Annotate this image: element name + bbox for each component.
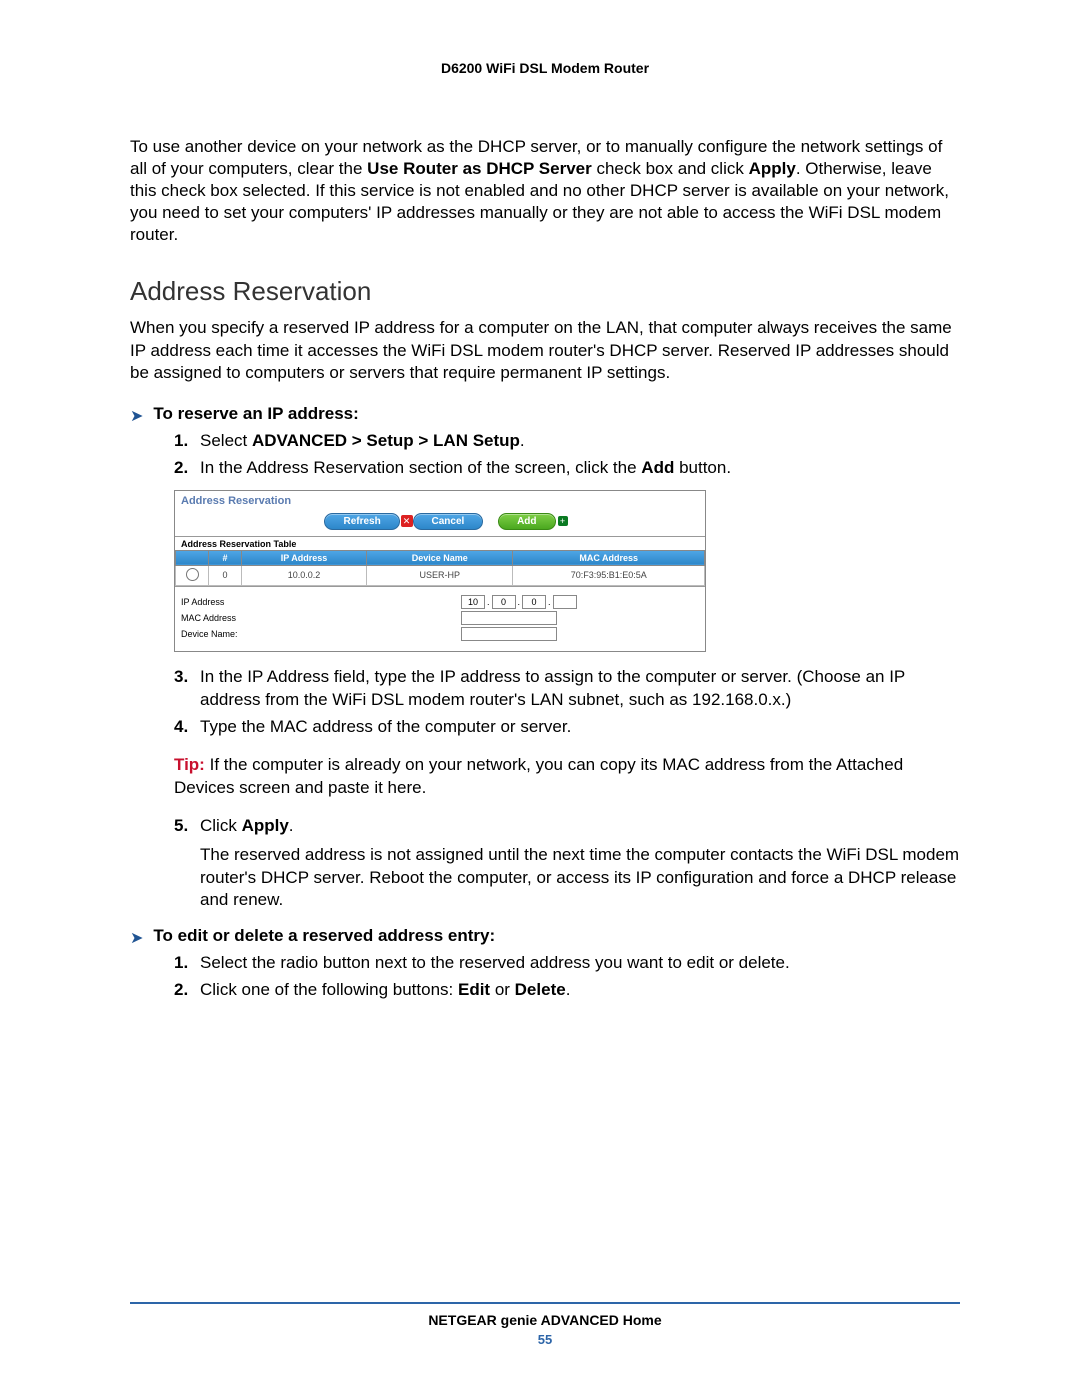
ip-octet-3[interactable]: [522, 595, 546, 609]
procedure-2-title: To edit or delete a reserved address ent…: [153, 926, 495, 946]
ui-button-row: Refresh ✕Cancel Add+: [175, 509, 705, 536]
col-mac: MAC Address: [513, 550, 705, 565]
ip-octet-4[interactable]: [553, 595, 577, 609]
text: Click one of the following buttons:: [200, 980, 458, 999]
plus-icon: +: [558, 516, 568, 526]
text: .: [289, 816, 294, 835]
procedure-1-header: ➤ To reserve an IP address:: [130, 404, 960, 426]
step-2b: 2. Click one of the following buttons: E…: [174, 979, 960, 1002]
step-1b: 1. Select the radio button next to the r…: [174, 952, 960, 975]
text-bold: ADVANCED > Setup > LAN Setup: [252, 431, 520, 450]
text: The reserved address is not assigned unt…: [200, 844, 960, 913]
step-4: 4. Type the MAC address of the computer …: [174, 716, 960, 739]
step-number: 2.: [174, 457, 200, 480]
text: Click: [200, 816, 242, 835]
text: Select: [200, 431, 252, 450]
procedure-2-header: ➤ To edit or delete a reserved address e…: [130, 926, 960, 948]
add-button[interactable]: Add: [498, 513, 555, 530]
text: .: [566, 980, 571, 999]
col-ip: IP Address: [242, 550, 367, 565]
label-device: Device Name:: [181, 629, 461, 639]
procedure-1-title: To reserve an IP address:: [153, 404, 358, 424]
reservation-table: # IP Address Device Name MAC Address 0 1…: [175, 550, 705, 586]
cancel-button[interactable]: Cancel: [413, 513, 484, 530]
text: button.: [674, 458, 731, 477]
row-radio[interactable]: [186, 568, 199, 581]
ui-address-reservation: Address Reservation Refresh ✕Cancel Add+…: [174, 490, 706, 652]
col-select: [176, 550, 209, 565]
step-1: 1. Select ADVANCED > Setup > LAN Setup.: [174, 430, 960, 453]
text-bold: Delete: [515, 980, 566, 999]
page-footer: NETGEAR genie ADVANCED Home 55: [130, 1302, 960, 1347]
page-header: D6200 WiFi DSL Modem Router: [130, 60, 960, 76]
label-mac: MAC Address: [181, 613, 461, 623]
close-icon: ✕: [401, 515, 413, 527]
ui-panel-title: Address Reservation: [175, 491, 705, 509]
text-bold: Edit: [458, 980, 490, 999]
step-5: 5. Click Apply. The reserved address is …: [174, 815, 960, 913]
chevron-right-icon: ➤: [130, 928, 143, 948]
text: .: [520, 431, 525, 450]
col-index: #: [209, 550, 242, 565]
chevron-right-icon: ➤: [130, 406, 143, 426]
cell-ip: 10.0.0.2: [242, 565, 367, 585]
step-number: 1.: [174, 952, 200, 975]
step-2: 2. In the Address Reservation section of…: [174, 457, 960, 480]
step-3: 3. In the IP Address field, type the IP …: [174, 666, 960, 712]
text: Type the MAC address of the computer or …: [200, 716, 960, 739]
section-paragraph: When you specify a reserved IP address f…: [130, 317, 960, 383]
ip-octet-1[interactable]: [461, 595, 485, 609]
text: check box and click: [592, 159, 749, 178]
tip-label: Tip:: [174, 755, 205, 774]
step-number: 2.: [174, 979, 200, 1002]
label-ip: IP Address: [181, 597, 461, 607]
ui-table-title: Address Reservation Table: [175, 536, 705, 550]
text: In the IP Address field, type the IP add…: [200, 666, 960, 712]
page-number: 55: [130, 1332, 960, 1347]
text-bold: Apply: [749, 159, 796, 178]
table-row: 0 10.0.0.2 USER-HP 70:F3:95:B1:E0:5A: [176, 565, 705, 585]
mac-input[interactable]: [461, 611, 557, 625]
cell-index: 0: [209, 565, 242, 585]
step-number: 4.: [174, 716, 200, 739]
text: Select the radio button next to the rese…: [200, 952, 960, 975]
device-name-input[interactable]: [461, 627, 557, 641]
section-heading: Address Reservation: [130, 276, 960, 307]
ip-octet-2[interactable]: [492, 595, 516, 609]
text: In the Address Reservation section of th…: [200, 458, 641, 477]
step-number: 1.: [174, 430, 200, 453]
step-number: 5.: [174, 815, 200, 913]
table-header-row: # IP Address Device Name MAC Address: [176, 550, 705, 565]
intro-paragraph: To use another device on your network as…: [130, 136, 960, 246]
footer-title: NETGEAR genie ADVANCED Home: [130, 1312, 960, 1328]
cell-device: USER-HP: [367, 565, 513, 585]
tip-block: Tip: If the computer is already on your …: [174, 754, 960, 798]
text-bold: Apply: [242, 816, 289, 835]
text-bold: Use Router as DHCP Server: [367, 159, 592, 178]
tip-text: If the computer is already on your netwo…: [174, 755, 903, 796]
step-number: 3.: [174, 666, 200, 712]
text-bold: Add: [641, 458, 674, 477]
text: or: [490, 980, 515, 999]
ui-form: IP Address . . . MAC Address Device Name…: [175, 586, 705, 651]
col-device: Device Name: [367, 550, 513, 565]
refresh-button[interactable]: Refresh: [324, 513, 399, 530]
cell-mac: 70:F3:95:B1:E0:5A: [513, 565, 705, 585]
